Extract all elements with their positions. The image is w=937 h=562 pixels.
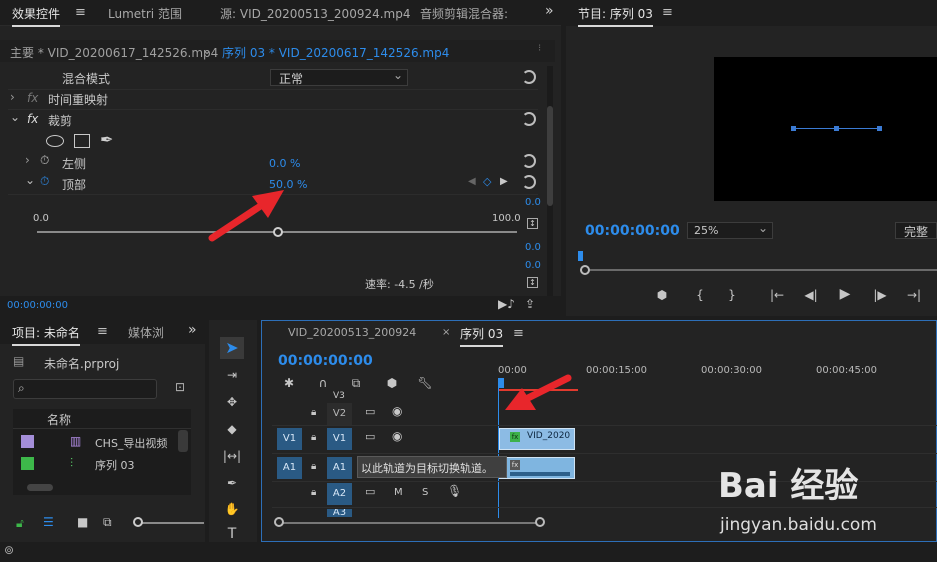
watermark-brand: Bai 经验 [718, 466, 859, 506]
annotation-arrow-head [252, 190, 284, 218]
watermark: Bai 经验 jingyan.baidu.com [718, 458, 928, 548]
annotation-arrow [208, 201, 266, 242]
watermark-url: jingyan.baidu.com [720, 515, 877, 535]
annotation-arrow [524, 374, 572, 402]
